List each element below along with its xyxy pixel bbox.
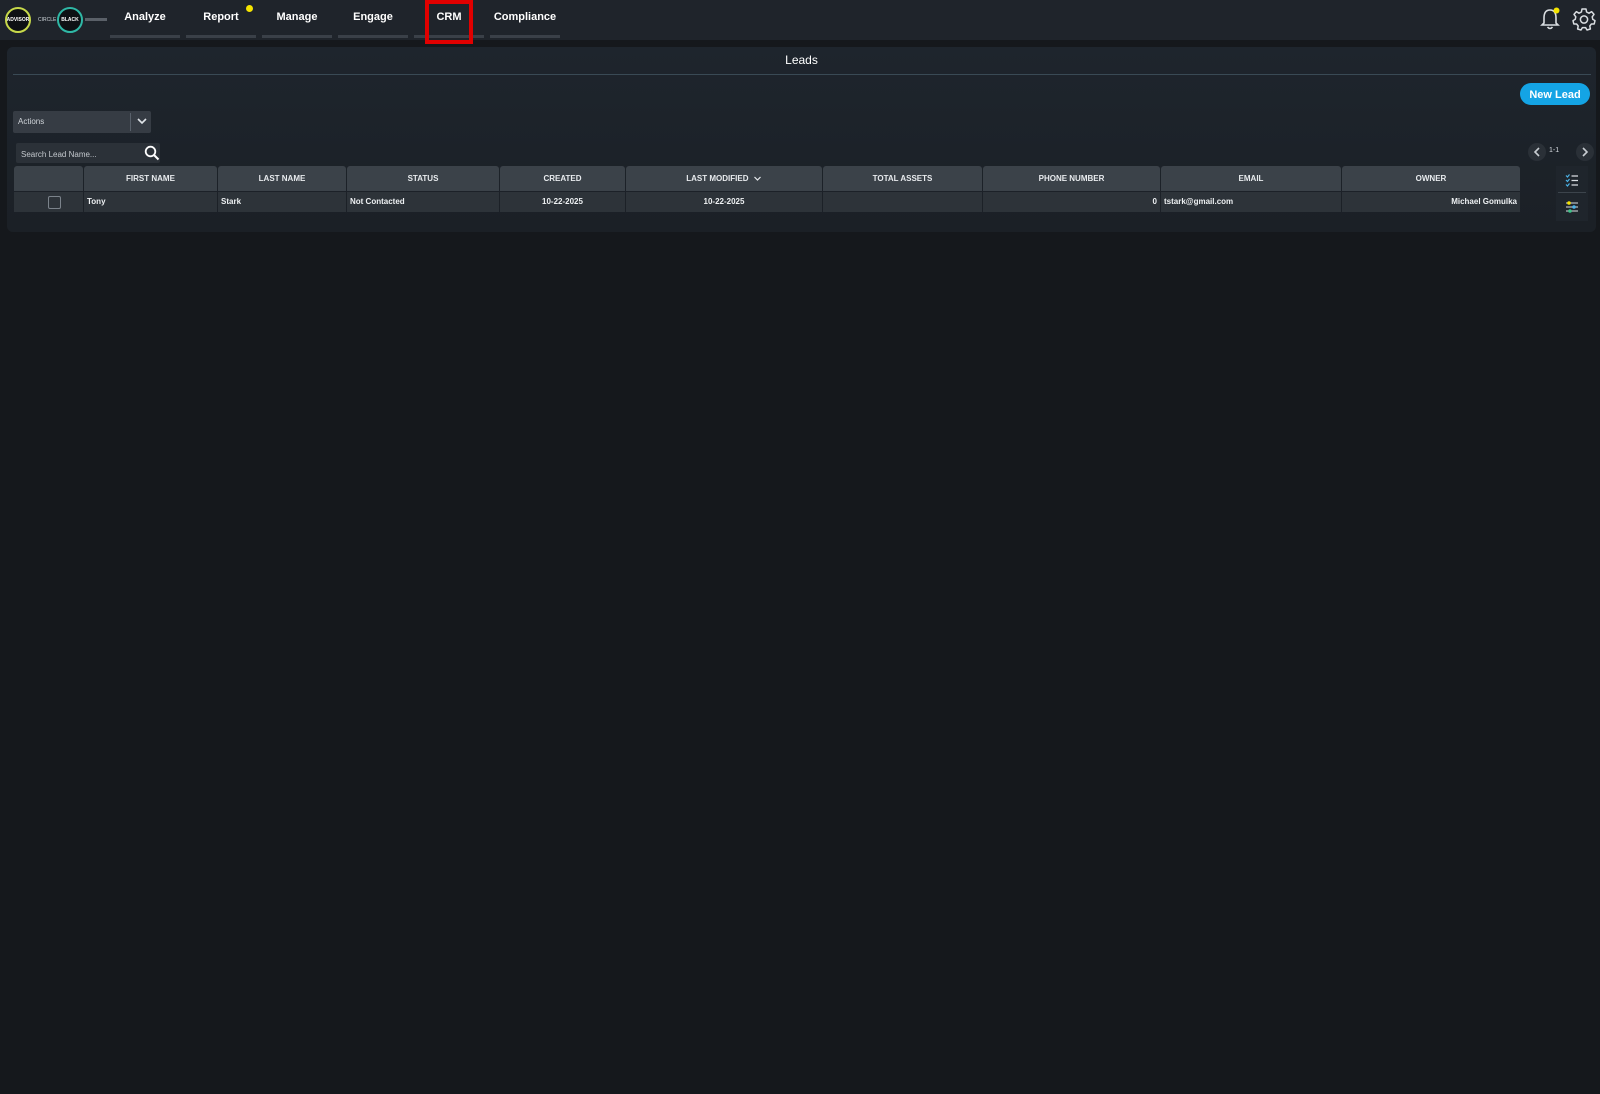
divider: [13, 74, 1591, 75]
nav-manage[interactable]: Manage: [262, 0, 332, 38]
crm-annotation-box: [425, 0, 473, 44]
sort-desc-icon: [753, 176, 761, 182]
checklist-icon[interactable]: [1565, 173, 1579, 187]
notification-dot: [246, 5, 253, 12]
select-all-header[interactable]: [14, 166, 83, 191]
divider: [130, 113, 131, 131]
cell-first-name[interactable]: Tony: [84, 192, 217, 212]
column-header-email[interactable]: EMAIL: [1161, 166, 1341, 191]
leads-panel: Leads New Lead Actions 1-1 FIRST NAME LA…: [7, 47, 1596, 232]
nav-report[interactable]: Report: [186, 0, 256, 38]
column-header-phone-number[interactable]: PHONE NUMBER: [983, 166, 1160, 191]
search-input[interactable]: [19, 145, 135, 163]
actions-dropdown[interactable]: Actions: [13, 111, 151, 133]
advisor-circleblack-logo[interactable]: ADVISOR CIRCLE BLACK: [5, 5, 107, 35]
column-header-last-name[interactable]: LAST NAME: [218, 166, 346, 191]
nav-underline: [262, 35, 332, 38]
new-lead-button[interactable]: New Lead: [1520, 83, 1590, 105]
cell-phone-number[interactable]: 0: [983, 192, 1160, 212]
lead-search: [16, 143, 160, 163]
actions-dropdown-label: Actions: [18, 117, 45, 126]
column-header-last-modified-label: LAST MODIFIED: [686, 174, 749, 183]
advisor-logo-mark: ADVISOR: [5, 7, 31, 33]
divider: [1558, 192, 1586, 193]
cell-total-assets[interactable]: [823, 192, 982, 212]
gear-icon[interactable]: [1571, 6, 1597, 32]
sliders-icon[interactable]: [1565, 200, 1579, 214]
cell-email[interactable]: tstark@gmail.com: [1161, 192, 1341, 212]
circleblack-logo-mark: BLACK: [57, 7, 83, 33]
top-nav: ADVISOR CIRCLE BLACK Analyze Report Mana…: [0, 0, 1600, 40]
cell-last-name[interactable]: Stark: [218, 192, 346, 212]
nav-underline: [490, 35, 560, 38]
nav-manage-label: Manage: [276, 11, 318, 23]
table-tools-column: [1556, 166, 1588, 221]
nav-underline: [186, 35, 256, 38]
column-header-status[interactable]: STATUS: [347, 166, 499, 191]
cell-created[interactable]: 10-22-2025: [500, 192, 625, 212]
nav-compliance-label: Compliance: [493, 11, 557, 23]
cell-status[interactable]: Not Contacted: [347, 192, 499, 212]
column-header-total-assets[interactable]: TOTAL ASSETS: [823, 166, 982, 191]
row-checkbox[interactable]: [48, 196, 61, 209]
nav-engage-label: Engage: [353, 11, 393, 23]
column-header-last-modified[interactable]: LAST MODIFIED: [626, 166, 822, 191]
nav-underline: [110, 35, 180, 38]
page-title: Leads: [785, 53, 818, 67]
nav-analyze-label: Analyze: [124, 11, 166, 23]
nav-report-label: Report: [203, 11, 239, 23]
logo-tagline: [85, 18, 107, 21]
nav-analyze[interactable]: Analyze: [110, 0, 180, 38]
cell-owner[interactable]: Michael Gomulka: [1342, 192, 1520, 212]
bell-icon[interactable]: [1537, 6, 1563, 32]
search-icon[interactable]: [144, 145, 160, 161]
nav-engage[interactable]: Engage: [338, 0, 408, 38]
column-header-first-name[interactable]: FIRST NAME: [84, 166, 217, 191]
chevron-right-icon[interactable]: [1576, 143, 1594, 161]
logo-circle-text: CIRCLE: [38, 17, 57, 23]
nav-compliance[interactable]: Compliance: [490, 0, 560, 38]
column-header-owner[interactable]: OWNER: [1342, 166, 1520, 191]
cell-last-modified[interactable]: 10-22-2025: [626, 192, 822, 212]
nav-underline: [338, 35, 408, 38]
page-range: 1-1: [1549, 147, 1560, 154]
column-header-created[interactable]: CREATED: [500, 166, 625, 191]
chevron-down-icon: [137, 118, 147, 125]
chevron-left-icon[interactable]: [1528, 143, 1546, 161]
pagination: 1-1: [1520, 143, 1594, 161]
